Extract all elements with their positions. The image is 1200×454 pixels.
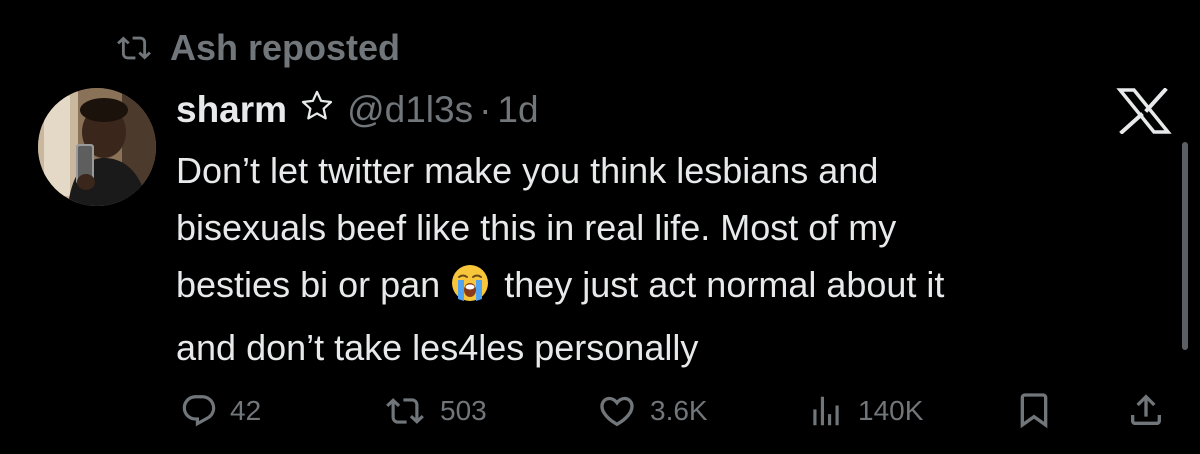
repost-icon xyxy=(112,31,156,65)
analytics-icon xyxy=(806,392,846,430)
tweet-line: and don’t take les4les personally xyxy=(176,327,699,368)
separator-dot: · xyxy=(479,89,492,130)
repost-indicator[interactable]: Ash reposted xyxy=(112,27,401,68)
repost-label: Ash reposted xyxy=(170,27,401,68)
reply-icon xyxy=(180,392,218,430)
author-handle[interactable]: @d1l3s xyxy=(347,89,473,131)
tweet-line: besties bi or pan they just act normal a… xyxy=(176,256,1166,319)
views-button[interactable]: 140K xyxy=(806,392,923,430)
reply-button[interactable]: 42 xyxy=(180,392,261,430)
author-display-name[interactable]: sharm xyxy=(176,89,287,131)
tweet-body: Don’t let twitter make you think lesbian… xyxy=(176,142,1166,376)
bookmark-icon xyxy=(1014,393,1054,434)
star-icon xyxy=(299,88,335,133)
avatar[interactable] xyxy=(38,88,156,206)
like-count: 3.6K xyxy=(650,395,708,426)
share-icon xyxy=(1126,394,1166,434)
x-logo-icon xyxy=(1116,87,1172,135)
like-button[interactable]: 3.6K xyxy=(596,392,708,430)
tweet-line-suffix: they just act normal about it xyxy=(504,264,945,305)
tweet-header: sharm @d1l3s · 1d xyxy=(176,86,539,134)
tweet-line: bisexuals beef like this in real life. M… xyxy=(176,207,897,248)
view-count: 140K xyxy=(858,395,924,426)
repost-count: 503 xyxy=(440,395,487,426)
bookmark-button[interactable] xyxy=(1014,390,1054,435)
heart-icon xyxy=(596,391,638,431)
tweet-timestamp[interactable]: 1d xyxy=(497,89,538,131)
avatar-image xyxy=(38,88,156,206)
repost-button[interactable]: 503 xyxy=(382,392,487,430)
repost-icon xyxy=(382,392,428,430)
tweet-line-prefix: besties bi or pan xyxy=(176,264,441,305)
share-button[interactable] xyxy=(1126,390,1166,435)
tweet-line: Don’t let twitter make you think lesbian… xyxy=(176,150,879,191)
loudly-crying-face-icon xyxy=(450,262,490,319)
reply-count: 42 xyxy=(230,395,262,426)
scrollbar[interactable] xyxy=(1182,142,1188,350)
